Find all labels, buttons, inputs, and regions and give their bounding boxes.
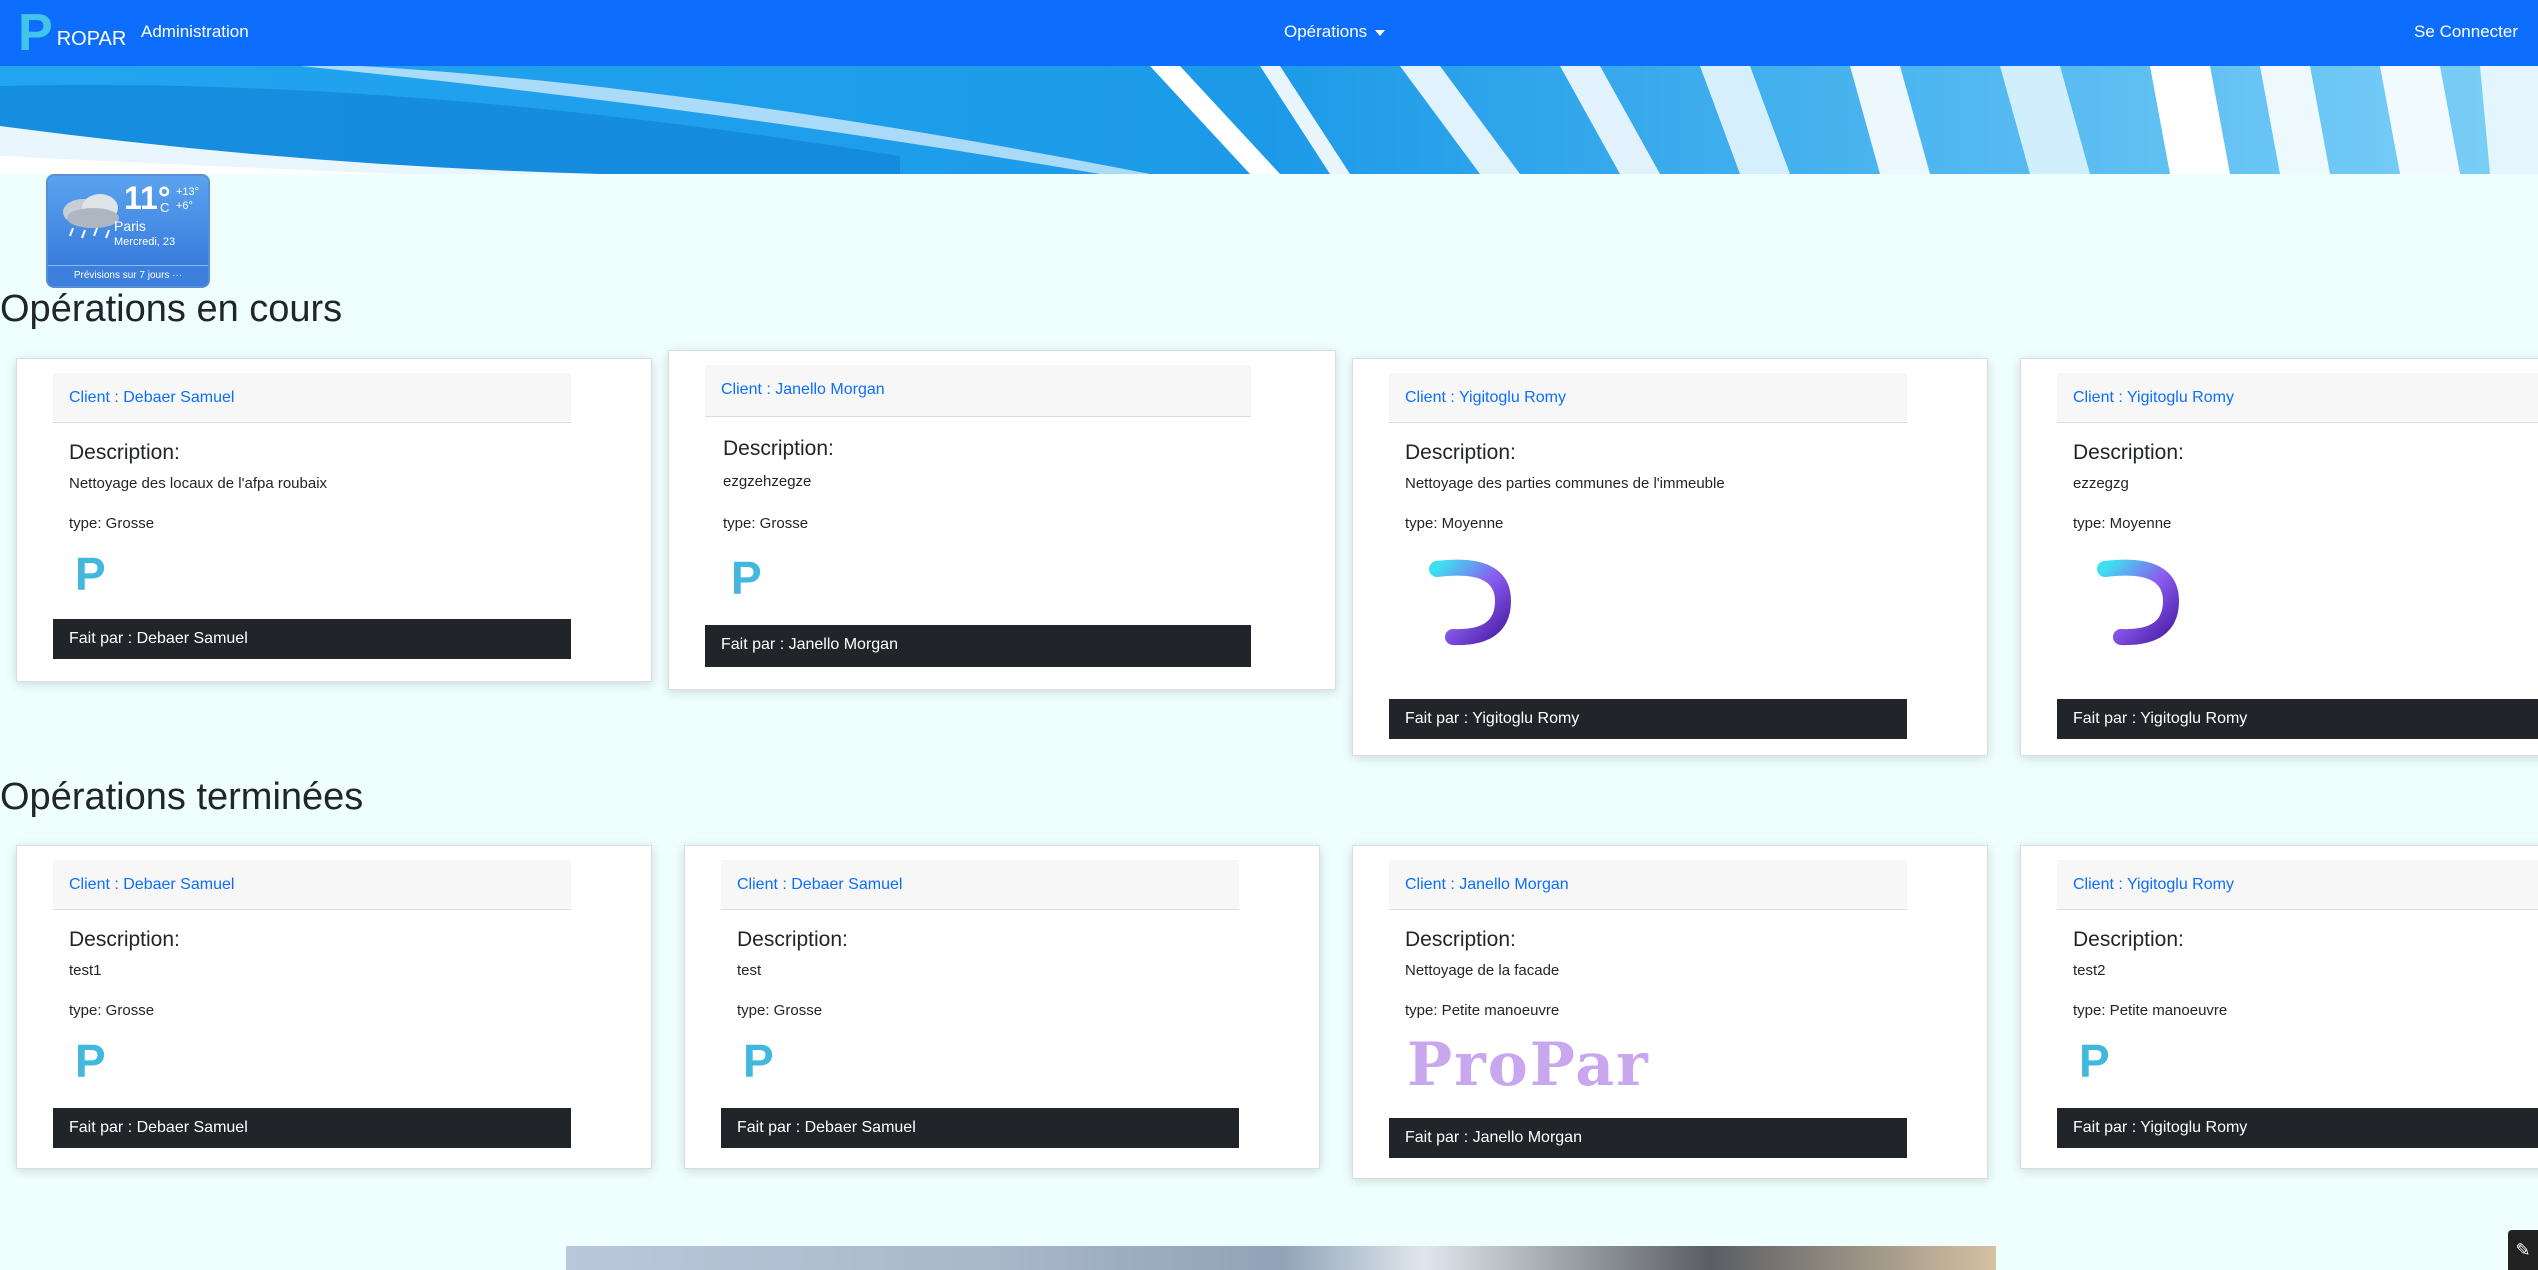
brand-logo-icon: P [18,4,53,62]
weather-high: +13° [176,186,200,198]
type-text: type: Petite manoeuvre [2073,1002,2228,1019]
description-text: Nettoyage des locaux de l'afpa roubaix [69,475,328,492]
description-text: test1 [69,962,102,979]
login-link[interactable]: Se Connecter [2414,22,2518,42]
done-by-bar: Fait par : Yigitoglu Romy [1389,699,1907,739]
done-by-bar: Fait par : Debaer Samuel [53,1108,571,1148]
description-text: ezzegzg [2073,475,2129,492]
description-label: Description: [1405,441,1516,464]
operation-card: Client : Janello Morgan Description: ezg… [668,350,1336,690]
done-by-bar: Fait par : Debaer Samuel [721,1108,1239,1148]
operation-card: Client : Janello Morgan Description: Net… [1352,845,1988,1179]
brand-link[interactable]: P ROPAR [18,4,127,62]
type-text: type: Grosse [69,515,155,532]
symfony-toolbar-icon[interactable]: ✎ [2508,1230,2538,1270]
client-link[interactable]: Client : Debaer Samuel [721,860,1239,910]
operation-card: Client : Debaer Samuel Description: test… [684,845,1320,1169]
operation-card: Client : Debaer Samuel Description: test… [16,845,652,1169]
weather-forecast-link[interactable]: Prévisions sur 7 jours ··· [48,265,208,286]
type-text: type: Moyenne [1405,515,1504,532]
propar-wordmark-logo: ProPar [1407,1030,1650,1100]
description-text: test [737,962,762,979]
client-link[interactable]: Client : Yigitoglu Romy [2057,373,2538,423]
type-text: type: Grosse [737,1002,823,1019]
header-banner [0,66,2538,174]
propar-gradient-logo-icon [1429,559,1512,673]
banner-swoosh-image [0,66,2538,174]
propar-p-logo-icon: P [75,548,106,600]
propar-p-logo-icon: P [743,1035,774,1087]
done-by-bar: Fait par : Janello Morgan [1389,1118,1907,1158]
section-title-current: Opérations en cours [0,288,343,330]
description-label: Description: [2073,928,2184,951]
nav-administration-link[interactable]: Administration [141,22,249,42]
nav-operations-label: Opérations [1284,22,1368,41]
propar-p-logo-icon: P [731,552,762,604]
top-navbar: P ROPAR Administration Opérations Se Con… [0,0,2538,66]
operation-card: Client : Yigitoglu Romy Description: tes… [2020,845,2538,1169]
description-text: ezgzehzegze [723,473,812,490]
description-label: Description: [737,928,848,951]
weather-widget[interactable]: 11° C +13° +6° Paris Mercredi, 23 Prévis… [46,174,210,288]
propar-gradient-logo-icon [2097,559,2180,673]
caret-down-icon [1375,29,1386,36]
type-text: type: Grosse [69,1002,155,1019]
section-title-done: Opérations terminées [0,776,364,818]
done-by-bar: Fait par : Yigitoglu Romy [2057,699,2538,739]
description-text: test2 [2073,962,2106,979]
office-photo [566,1246,1996,1270]
description-text: Nettoyage des parties communes de l'imme… [1405,475,1725,492]
weather-date: Mercredi, 23 [114,236,176,248]
client-link[interactable]: Client : Yigitoglu Romy [1389,373,1907,423]
description-label: Description: [723,437,834,460]
brand-text: ROPAR [56,27,127,50]
weather-low: +6° [176,200,193,212]
done-by-bar: Fait par : Yigitoglu Romy [2057,1108,2538,1148]
client-link[interactable]: Client : Debaer Samuel [53,860,571,910]
type-text: type: Petite manoeuvre [1405,1002,1560,1019]
client-link[interactable]: Client : Janello Morgan [705,365,1251,417]
description-label: Description: [69,928,180,951]
client-link[interactable]: Client : Debaer Samuel [53,373,571,423]
operation-card: Client : Yigitoglu Romy Description: ezz… [2020,358,2538,756]
propar-p-logo-icon: P [2079,1035,2110,1087]
description-label: Description: [69,441,180,464]
description-text: Nettoyage de la facade [1405,962,1560,979]
description-label: Description: [2073,441,2184,464]
type-text: type: Moyenne [2073,515,2172,532]
operation-card: Client : Yigitoglu Romy Description: Net… [1352,358,1988,756]
client-link[interactable]: Client : Janello Morgan [1389,860,1907,910]
operation-card: Client : Debaer Samuel Description: Nett… [16,358,652,682]
done-by-bar: Fait par : Debaer Samuel [53,619,571,659]
propar-p-logo-icon: P [75,1035,106,1087]
done-by-bar: Fait par : Janello Morgan [705,625,1251,667]
description-label: Description: [1405,928,1516,951]
type-text: type: Grosse [723,515,809,532]
client-link[interactable]: Client : Yigitoglu Romy [2057,860,2538,910]
weather-unit: C [160,200,170,215]
weather-city: Paris [114,218,146,234]
nav-operations-dropdown[interactable]: Opérations [1284,22,1386,42]
